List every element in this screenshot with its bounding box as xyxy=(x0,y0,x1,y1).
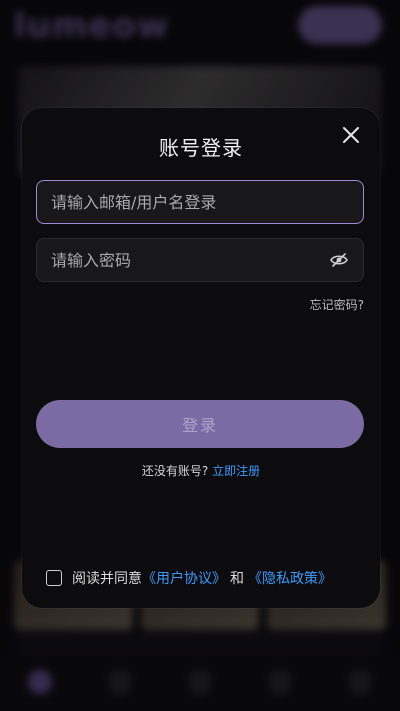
user-agreement-link[interactable]: 《用户协议》 xyxy=(142,568,226,588)
password-input[interactable] xyxy=(51,250,329,270)
agreement-checkbox[interactable] xyxy=(46,570,62,586)
email-field[interactable] xyxy=(36,180,364,224)
register-prompt-text: 还没有账号? xyxy=(141,464,209,478)
password-field[interactable] xyxy=(36,238,364,282)
agreement-and: 和 xyxy=(230,571,244,587)
agreement-row: 阅读并同意 《用户协议》 和 《隐私政策》 xyxy=(46,568,332,588)
close-button[interactable] xyxy=(338,122,364,148)
login-button[interactable]: 登录 xyxy=(36,400,364,448)
app-root: lumeow 账号登录 请输入邮箱/用户名登录 忘记密码? 登录 还没有账号? … xyxy=(0,0,400,711)
register-prompt: 还没有账号? 立即注册 xyxy=(22,462,380,479)
close-icon xyxy=(343,127,359,143)
register-link[interactable]: 立即注册 xyxy=(212,464,260,478)
privacy-policy-link[interactable]: 《隐私政策》 xyxy=(248,568,332,588)
password-visibility-toggle[interactable] xyxy=(329,250,349,270)
email-input[interactable] xyxy=(51,192,349,212)
eye-off-icon xyxy=(330,253,348,267)
modal-title: 账号登录 xyxy=(159,136,243,160)
login-modal: 账号登录 忘记密码? 登录 还没有账号? 立即注册 xyxy=(22,108,380,608)
forgot-password-link[interactable]: 忘记密码? xyxy=(310,296,364,313)
agreement-prefix: 阅读并同意 xyxy=(72,571,142,587)
